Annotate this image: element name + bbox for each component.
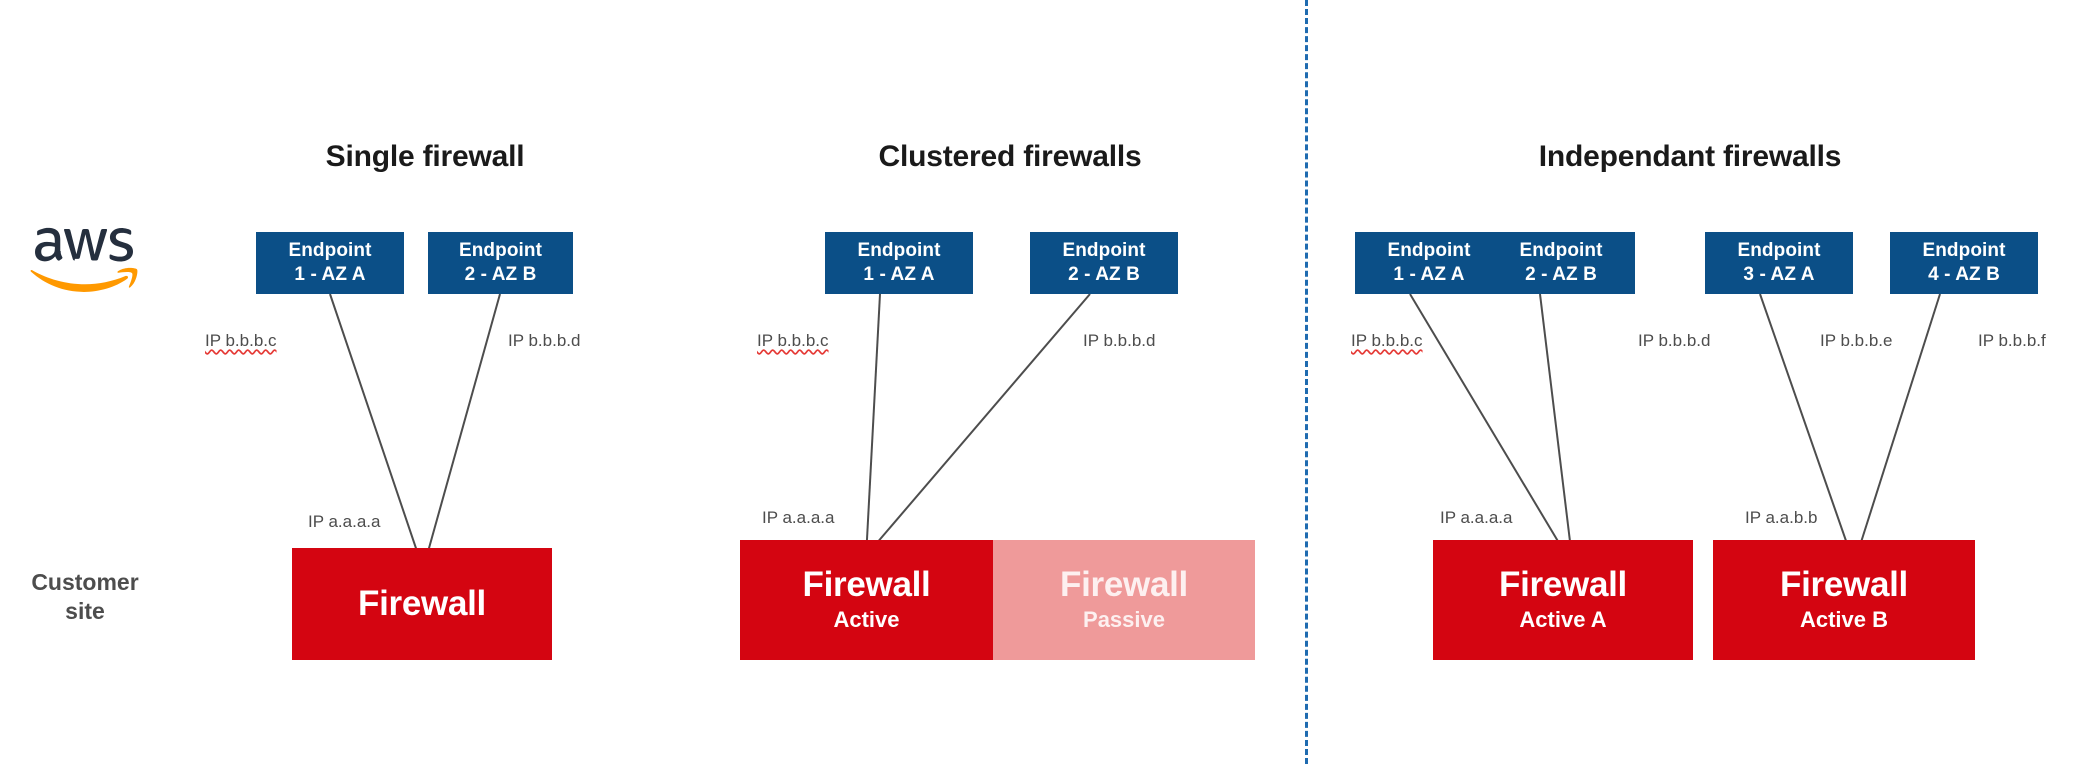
endpoint-label-line1: Endpoint xyxy=(1737,239,1821,261)
endpoint-label-line1: Endpoint xyxy=(857,239,941,261)
endpoint-label-line2: 1 - AZ A xyxy=(863,264,935,285)
connector-line xyxy=(1539,293,1573,559)
firewall-state-label: Active A xyxy=(1519,606,1607,632)
firewall-box[interactable]: Firewall Active A xyxy=(1433,540,1693,660)
endpoint-ip-label: IP b.b.b.d xyxy=(508,331,581,350)
endpoint-box[interactable]: Endpoint 2 - AZ B xyxy=(1487,232,1635,294)
endpoint-ip-label: IP b.b.b.c xyxy=(205,331,277,350)
endpoint-box[interactable]: Endpoint 1 - AZ A xyxy=(825,232,973,294)
endpoint-label-line2: 1 - AZ A xyxy=(1393,264,1465,285)
firewall-ip-label: IP a.a.a.a xyxy=(762,508,835,527)
section-title-clustered-firewalls: Clustered firewalls xyxy=(878,140,1142,173)
firewall-title: Firewall xyxy=(358,583,486,623)
firewall-ip-label: IP a.a.a.a xyxy=(308,512,381,531)
firewall-box[interactable]: Firewall xyxy=(292,548,552,660)
endpoint-box[interactable]: Endpoint 2 - AZ B xyxy=(428,232,573,294)
section-title-independant-firewalls: Independant firewalls xyxy=(1538,140,1842,173)
endpoint-ip-label: IP b.b.b.f xyxy=(1978,331,2046,350)
endpoint-ip-label: IP b.b.b.c xyxy=(757,331,829,350)
endpoint-label-line1: Endpoint xyxy=(1922,239,2006,261)
connector-line xyxy=(865,293,881,559)
endpoint-ip-label: IP b.b.b.e xyxy=(1820,331,1893,350)
firewall-title: Firewall xyxy=(802,564,931,604)
endpoint-ip-label: IP b.b.b.d xyxy=(1638,331,1711,350)
endpoint-label-line2: 2 - AZ B xyxy=(1525,264,1597,285)
endpoint-ip-label: IP b.b.b.d xyxy=(1083,331,1156,350)
firewall-box[interactable]: Firewall Passive xyxy=(993,540,1255,660)
endpoint-label-line2: 3 - AZ A xyxy=(1743,264,1815,285)
diagram-canvas: Customer site Single firewall Endpoint 1 -… xyxy=(0,0,2080,764)
endpoint-label-line2: 1 - AZ A xyxy=(294,264,366,285)
firewall-state-label: Active B xyxy=(1799,606,1889,632)
firewall-title: Firewall xyxy=(1499,564,1627,604)
endpoint-label-line1: Endpoint xyxy=(1387,239,1471,261)
customer-site-label: Customer site xyxy=(31,569,139,624)
firewall-box[interactable]: Firewall Active B xyxy=(1713,540,1975,660)
firewall-title: Firewall xyxy=(1780,564,1908,604)
aws-logo xyxy=(30,224,138,301)
section-divider xyxy=(1305,0,1308,764)
endpoint-box[interactable]: Endpoint 2 - AZ B xyxy=(1030,232,1178,294)
endpoint-label-line1: Endpoint xyxy=(1062,239,1146,261)
connector-line xyxy=(863,293,1091,559)
firewall-ip-label: IP a.a.b.b xyxy=(1745,508,1818,527)
connector-line xyxy=(423,293,501,567)
endpoint-label-line1: Endpoint xyxy=(288,239,372,261)
firewall-state-label: Passive xyxy=(1083,606,1165,632)
endpoint-box[interactable]: Endpoint 4 - AZ B xyxy=(1890,232,2038,294)
firewall-ip-label: IP a.a.a.a xyxy=(1440,508,1513,527)
endpoint-label-line2: 2 - AZ B xyxy=(1068,264,1140,285)
firewall-box[interactable]: Firewall Active xyxy=(740,540,993,660)
endpoint-box[interactable]: Endpoint 1 - AZ A xyxy=(256,232,404,294)
endpoint-label-line1: Endpoint xyxy=(1519,239,1603,261)
endpoint-ip-label: IP b.b.b.c xyxy=(1351,331,1423,350)
section-title-single-firewall: Single firewall xyxy=(325,140,525,173)
firewall-title: Firewall xyxy=(1060,564,1188,604)
endpoint-label-line2: 4 - AZ B xyxy=(1928,264,2000,285)
endpoint-box[interactable]: Endpoint 3 - AZ A xyxy=(1705,232,1853,294)
endpoint-box[interactable]: Endpoint 1 - AZ A xyxy=(1355,232,1503,294)
firewall-state-label: Active xyxy=(833,606,900,632)
endpoint-label-line2: 2 - AZ B xyxy=(464,264,537,285)
endpoint-label-line1: Endpoint xyxy=(458,239,543,261)
